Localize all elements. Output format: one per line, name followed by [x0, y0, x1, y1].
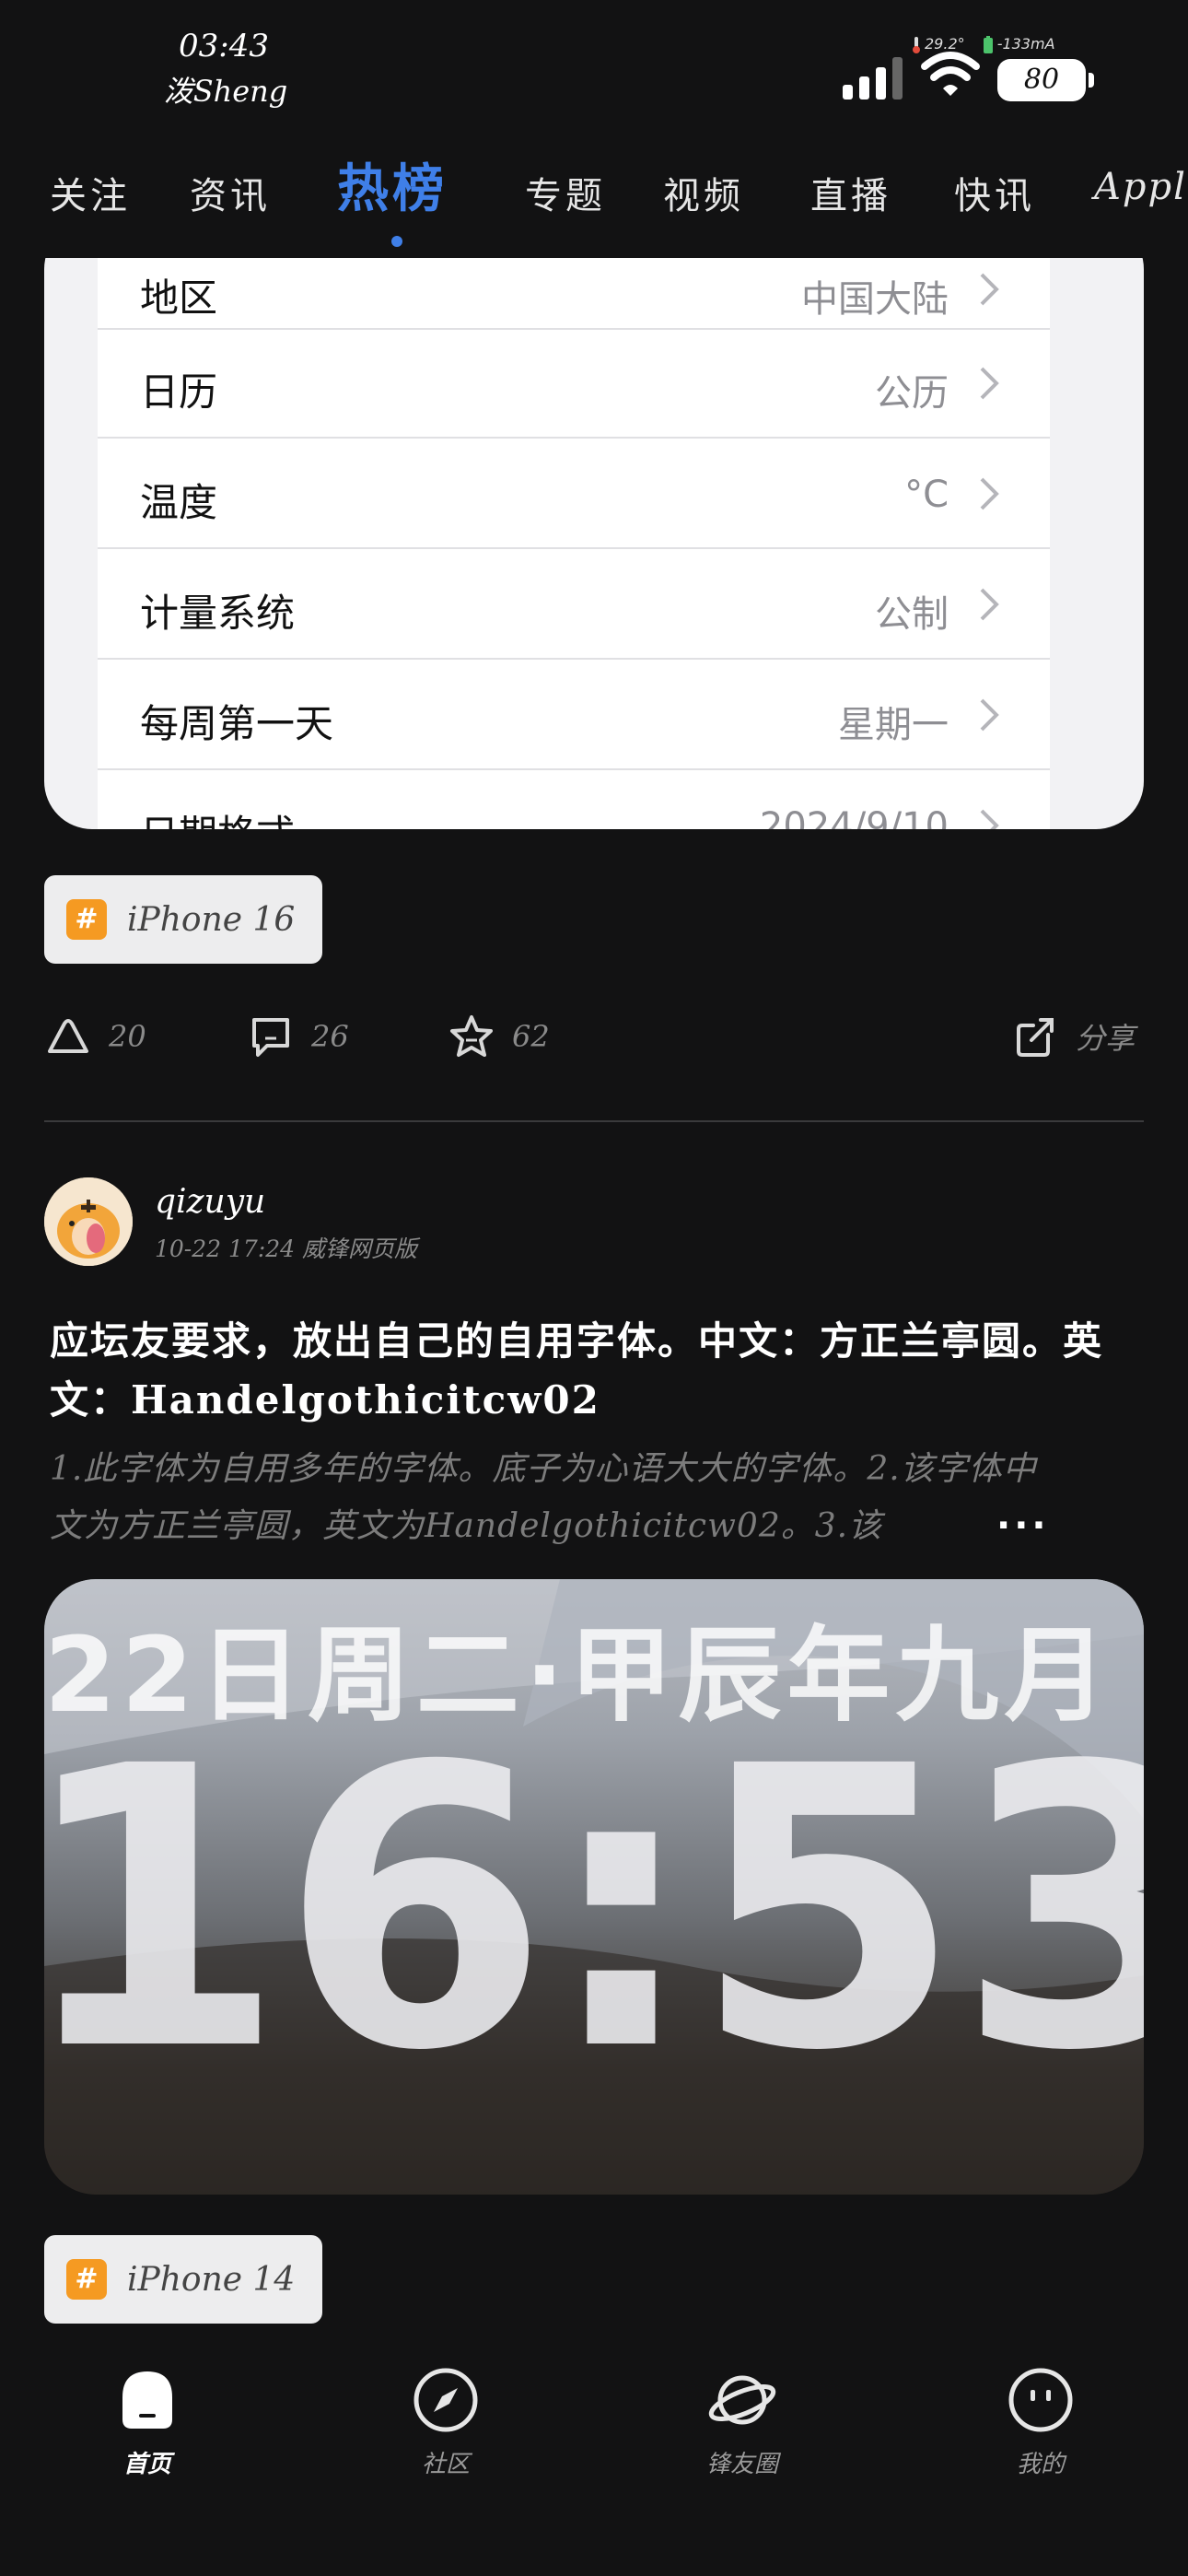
- compass-icon: [413, 2368, 478, 2432]
- comment-button[interactable]: 26: [247, 1004, 349, 1069]
- tab-video[interactable]: 视频: [663, 166, 744, 219]
- tab-apple[interactable]: Apple: [1094, 166, 1188, 208]
- tiger-avatar-icon: [44, 1177, 133, 1266]
- hash-icon: #: [66, 899, 107, 940]
- active-tab-indicator: [391, 236, 402, 247]
- settings-row: 温度 °C: [98, 440, 1050, 549]
- hash-icon: #: [66, 2259, 107, 2300]
- tab-friends-label: 锋友圈: [705, 2451, 778, 2478]
- favorite-button[interactable]: 62: [448, 1004, 550, 1069]
- tab-community-label: 社区: [421, 2451, 470, 2478]
- home-icon: [122, 2371, 172, 2429]
- author-name[interactable]: qizuyu: [155, 1183, 265, 1221]
- avatar[interactable]: [44, 1177, 133, 1266]
- settings-label: 每周第一天: [140, 701, 334, 746]
- post-meta: 10-22 17:24 威锋网页版: [155, 1235, 418, 1262]
- chevron-right-icon: [980, 698, 999, 732]
- settings-value: 2024/9/10: [759, 805, 949, 829]
- settings-row: 每周第一天 星期一: [98, 662, 1050, 770]
- chevron-right-icon: [980, 477, 999, 510]
- tab-community[interactable]: 社区: [372, 2366, 519, 2479]
- status-bar: 03:43 泼Sheng 29.2° -133mA 80: [0, 0, 1188, 138]
- signal-icon: [843, 57, 903, 100]
- tab-hot[interactable]: 热榜: [337, 147, 448, 222]
- settings-label: 地区: [140, 275, 218, 321]
- settings-label: 计量系统: [140, 591, 296, 636]
- smiley-icon: [1008, 2368, 1073, 2432]
- like-button[interactable]: 20: [44, 1004, 146, 1069]
- tab-home-label: 首页: [122, 2451, 171, 2478]
- like-count: 20: [109, 1019, 146, 1054]
- chevron-right-icon: [980, 809, 999, 829]
- tag-label: iPhone 14: [127, 2260, 296, 2299]
- more-icon[interactable]: ...: [996, 1498, 1061, 1535]
- settings-row: 日期格式 2024/9/10: [98, 772, 1050, 829]
- share-label: 分享: [1076, 1021, 1136, 1056]
- thermometer-icon: [913, 36, 920, 53]
- comment-icon: [252, 1018, 289, 1057]
- tab-home[interactable]: 首页: [74, 2366, 221, 2479]
- share-icon: [1017, 1018, 1054, 1057]
- chevron-right-icon: [980, 273, 999, 306]
- image-time-text: 16:53: [44, 1685, 1144, 2136]
- topic-tag[interactable]: # iPhone 16: [44, 875, 323, 964]
- feed[interactable]: 地区 中国大陆 日历 公历 温度 °C 计量系统 公制 每周第一天 星期一 20…: [0, 258, 1188, 2331]
- tab-me[interactable]: 我的: [967, 2366, 1114, 2479]
- planet-icon: [708, 2375, 776, 2425]
- favorite-count: 62: [512, 1019, 550, 1054]
- comment-count: 26: [311, 1019, 349, 1054]
- settings-value: 中国大陆: [801, 278, 949, 321]
- post-header[interactable]: qizuyu 10-22 17:24 威锋网页版: [44, 1177, 1144, 1270]
- settings-row: 地区 中国大陆: [98, 258, 1050, 330]
- top-tabs: 关注 资讯 热榜 专题 视频 直播 快讯 Apple: [0, 138, 1188, 258]
- like-icon: [48, 1019, 88, 1053]
- tab-flash[interactable]: 快讯: [954, 166, 1035, 219]
- status-time: 03:43: [179, 28, 269, 64]
- settings-value: 公历: [875, 372, 949, 415]
- tab-live[interactable]: 直播: [810, 166, 891, 219]
- settings-row: 日历 公历: [98, 330, 1050, 439]
- post-excerpt[interactable]: 1.此字体为自用多年的字体。底子为心语大大的字体。2.该字体中文为方正兰亭圆，英…: [50, 1441, 1054, 1555]
- settings-label: 日历: [140, 369, 218, 415]
- status-current: -133mA: [996, 35, 1055, 53]
- settings-value: °C: [904, 474, 949, 516]
- tab-follow[interactable]: 关注: [50, 166, 131, 219]
- settings-label: 日期格式: [140, 803, 295, 829]
- post-image-settings[interactable]: 地区 中国大陆 日历 公历 温度 °C 计量系统 公制 每周第一天 星期一 20…: [44, 258, 1144, 829]
- settings-value: 星期一: [838, 704, 949, 746]
- tab-friends[interactable]: 锋友圈: [669, 2366, 816, 2479]
- tab-me-label: 我的: [1016, 2451, 1065, 2478]
- chevron-right-icon: [980, 367, 999, 400]
- settings-label: 温度: [140, 480, 218, 525]
- tag-label: iPhone 16: [127, 900, 296, 939]
- topic-tag[interactable]: # iPhone 14: [44, 2235, 323, 2324]
- wifi-icon: [921, 52, 980, 96]
- settings-row: 计量系统 公制: [98, 551, 1050, 660]
- share-button[interactable]: 分享: [1011, 1004, 1135, 1069]
- bottom-tab-bar: 首页 社区 锋友圈 我的: [0, 2331, 1188, 2576]
- settings-panel: 地区 中国大陆 日历 公历 温度 °C 计量系统 公制 每周第一天 星期一 20…: [98, 258, 1050, 829]
- tab-topics[interactable]: 专题: [525, 166, 606, 219]
- tab-news[interactable]: 资讯: [190, 166, 271, 219]
- star-icon: [450, 1015, 493, 1057]
- post-action-bar: 20 26 62 分享: [44, 1004, 1144, 1069]
- post-image-lockscreen[interactable]: 22日周二·甲辰年九月 16:53: [44, 1579, 1144, 2195]
- mini-battery-icon: [983, 35, 993, 53]
- chevron-right-icon: [980, 588, 999, 621]
- status-carrier: 泼Sheng: [163, 74, 288, 109]
- settings-value: 公制: [875, 593, 949, 636]
- battery-level: 80: [1023, 64, 1060, 96]
- post-divider: [44, 1120, 1144, 1122]
- battery-icon: 80: [997, 59, 1094, 101]
- post-title[interactable]: 应坛友要求，放出自己的自用字体。中文：方正兰亭圆。英文：Handelgothic…: [50, 1312, 1136, 1430]
